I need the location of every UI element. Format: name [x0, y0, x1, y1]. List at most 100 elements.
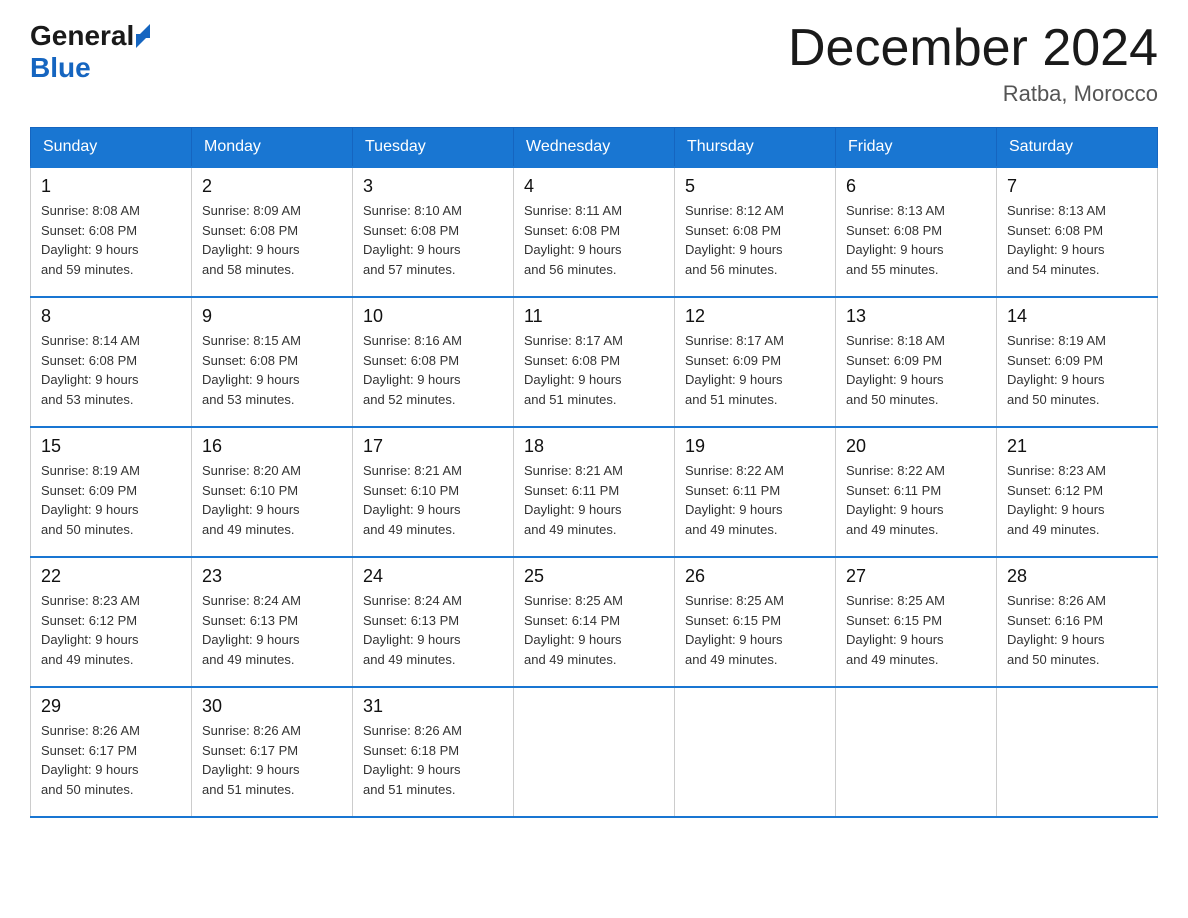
day-info: Sunrise: 8:12 AMSunset: 6:08 PMDaylight:…: [685, 201, 825, 279]
calendar-day-cell: 28 Sunrise: 8:26 AMSunset: 6:16 PMDayligh…: [997, 557, 1158, 687]
day-info: Sunrise: 8:21 AMSunset: 6:10 PMDaylight:…: [363, 461, 503, 539]
calendar-day-cell: 20 Sunrise: 8:22 AMSunset: 6:11 PMDayligh…: [836, 427, 997, 557]
day-number: 18: [524, 436, 664, 457]
day-number: 22: [41, 566, 181, 587]
calendar-day-cell: 9 Sunrise: 8:15 AMSunset: 6:08 PMDaylight…: [192, 297, 353, 427]
day-number: 15: [41, 436, 181, 457]
calendar-week-row: 29 Sunrise: 8:26 AMSunset: 6:17 PMDayligh…: [31, 687, 1158, 817]
day-number: 10: [363, 306, 503, 327]
day-info: Sunrise: 8:15 AMSunset: 6:08 PMDaylight:…: [202, 331, 342, 409]
day-info: Sunrise: 8:17 AMSunset: 6:08 PMDaylight:…: [524, 331, 664, 409]
calendar-day-cell: 25 Sunrise: 8:25 AMSunset: 6:14 PMDayligh…: [514, 557, 675, 687]
weekday-header: Wednesday: [514, 128, 675, 168]
day-info: Sunrise: 8:18 AMSunset: 6:09 PMDaylight:…: [846, 331, 986, 409]
day-info: Sunrise: 8:13 AMSunset: 6:08 PMDaylight:…: [846, 201, 986, 279]
title-block: December 2024 Ratba, Morocco: [788, 20, 1158, 107]
day-number: 4: [524, 176, 664, 197]
logo: General Blue: [30, 20, 150, 84]
day-number: 31: [363, 696, 503, 717]
calendar-day-cell: 12Sunrise: 8:17 AMSunset: 6:09 PMDayligh…: [675, 297, 836, 427]
calendar-day-cell: 30Sunrise: 8:26 AMSunset: 6:17 PMDayligh…: [192, 687, 353, 817]
calendar-day-cell: 19 Sunrise: 8:22 AMSunset: 6:11 PMDayligh…: [675, 427, 836, 557]
day-info: Sunrise: 8:21 AMSunset: 6:11 PMDaylight:…: [524, 461, 664, 539]
day-number: 20: [846, 436, 986, 457]
day-number: 30: [202, 696, 342, 717]
day-info: Sunrise: 8:23 AMSunset: 6:12 PMDaylight:…: [41, 591, 181, 669]
day-number: 2: [202, 176, 342, 197]
day-number: 26: [685, 566, 825, 587]
calendar-day-cell: 31 Sunrise: 8:26 AMSunset: 6:18 PMDayligh…: [353, 687, 514, 817]
calendar-day-cell: [514, 687, 675, 817]
calendar-day-cell: 27Sunrise: 8:25 AMSunset: 6:15 PMDayligh…: [836, 557, 997, 687]
calendar-week-row: 1 Sunrise: 8:08 AMSunset: 6:08 PMDaylight…: [31, 167, 1158, 297]
weekday-header: Thursday: [675, 128, 836, 168]
day-info: Sunrise: 8:16 AMSunset: 6:08 PMDaylight:…: [363, 331, 503, 409]
day-number: 16: [202, 436, 342, 457]
day-info: Sunrise: 8:25 AMSunset: 6:15 PMDaylight:…: [685, 591, 825, 669]
calendar-day-cell: 15 Sunrise: 8:19 AMSunset: 6:09 PMDayligh…: [31, 427, 192, 557]
calendar-day-cell: [836, 687, 997, 817]
day-number: 1: [41, 176, 181, 197]
calendar-day-cell: 14Sunrise: 8:19 AMSunset: 6:09 PMDayligh…: [997, 297, 1158, 427]
calendar-header-row: SundayMondayTuesdayWednesdayThursdayFrid…: [31, 128, 1158, 168]
calendar-day-cell: 2 Sunrise: 8:09 AMSunset: 6:08 PMDaylight…: [192, 167, 353, 297]
day-info: Sunrise: 8:13 AMSunset: 6:08 PMDaylight:…: [1007, 201, 1147, 279]
day-info: Sunrise: 8:26 AMSunset: 6:17 PMDaylight:…: [41, 721, 181, 799]
day-info: Sunrise: 8:19 AMSunset: 6:09 PMDaylight:…: [41, 461, 181, 539]
calendar-day-cell: 16 Sunrise: 8:20 AMSunset: 6:10 PMDayligh…: [192, 427, 353, 557]
calendar-day-cell: 26 Sunrise: 8:25 AMSunset: 6:15 PMDayligh…: [675, 557, 836, 687]
day-info: Sunrise: 8:26 AMSunset: 6:16 PMDaylight:…: [1007, 591, 1147, 669]
calendar-day-cell: 21 Sunrise: 8:23 AMSunset: 6:12 PMDayligh…: [997, 427, 1158, 557]
day-number: 3: [363, 176, 503, 197]
calendar-day-cell: 17 Sunrise: 8:21 AMSunset: 6:10 PMDayligh…: [353, 427, 514, 557]
day-info: Sunrise: 8:22 AMSunset: 6:11 PMDaylight:…: [846, 461, 986, 539]
day-number: 24: [363, 566, 503, 587]
day-number: 23: [202, 566, 342, 587]
day-number: 21: [1007, 436, 1147, 457]
day-number: 5: [685, 176, 825, 197]
calendar-day-cell: 13 Sunrise: 8:18 AMSunset: 6:09 PMDayligh…: [836, 297, 997, 427]
day-number: 25: [524, 566, 664, 587]
calendar-day-cell: 5 Sunrise: 8:12 AMSunset: 6:08 PMDaylight…: [675, 167, 836, 297]
day-info: Sunrise: 8:25 AMSunset: 6:14 PMDaylight:…: [524, 591, 664, 669]
calendar-day-cell: 22 Sunrise: 8:23 AMSunset: 6:12 PMDayligh…: [31, 557, 192, 687]
day-number: 12: [685, 306, 825, 327]
day-info: Sunrise: 8:08 AMSunset: 6:08 PMDaylight:…: [41, 201, 181, 279]
calendar-day-cell: [997, 687, 1158, 817]
calendar-day-cell: 29 Sunrise: 8:26 AMSunset: 6:17 PMDayligh…: [31, 687, 192, 817]
day-info: Sunrise: 8:20 AMSunset: 6:10 PMDaylight:…: [202, 461, 342, 539]
calendar-day-cell: 23 Sunrise: 8:24 AMSunset: 6:13 PMDayligh…: [192, 557, 353, 687]
calendar-table: SundayMondayTuesdayWednesdayThursdayFrid…: [30, 127, 1158, 818]
logo-general: General: [30, 20, 134, 52]
day-info: Sunrise: 8:25 AMSunset: 6:15 PMDaylight:…: [846, 591, 986, 669]
day-info: Sunrise: 8:26 AMSunset: 6:18 PMDaylight:…: [363, 721, 503, 799]
calendar-day-cell: 6Sunrise: 8:13 AMSunset: 6:08 PMDaylight…: [836, 167, 997, 297]
day-info: Sunrise: 8:23 AMSunset: 6:12 PMDaylight:…: [1007, 461, 1147, 539]
day-info: Sunrise: 8:22 AMSunset: 6:11 PMDaylight:…: [685, 461, 825, 539]
day-info: Sunrise: 8:24 AMSunset: 6:13 PMDaylight:…: [363, 591, 503, 669]
day-info: Sunrise: 8:24 AMSunset: 6:13 PMDaylight:…: [202, 591, 342, 669]
day-number: 17: [363, 436, 503, 457]
weekday-header: Monday: [192, 128, 353, 168]
calendar-day-cell: 7Sunrise: 8:13 AMSunset: 6:08 PMDaylight…: [997, 167, 1158, 297]
day-number: 9: [202, 306, 342, 327]
day-number: 28: [1007, 566, 1147, 587]
calendar-day-cell: 18 Sunrise: 8:21 AMSunset: 6:11 PMDayligh…: [514, 427, 675, 557]
calendar-day-cell: 10 Sunrise: 8:16 AMSunset: 6:08 PMDayligh…: [353, 297, 514, 427]
day-info: Sunrise: 8:09 AMSunset: 6:08 PMDaylight:…: [202, 201, 342, 279]
weekday-header: Saturday: [997, 128, 1158, 168]
calendar-day-cell: [675, 687, 836, 817]
day-number: 8: [41, 306, 181, 327]
day-info: Sunrise: 8:11 AMSunset: 6:08 PMDaylight:…: [524, 201, 664, 279]
calendar-day-cell: 8Sunrise: 8:14 AMSunset: 6:08 PMDaylight…: [31, 297, 192, 427]
weekday-header: Sunday: [31, 128, 192, 168]
calendar-day-cell: 24 Sunrise: 8:24 AMSunset: 6:13 PMDayligh…: [353, 557, 514, 687]
day-number: 29: [41, 696, 181, 717]
day-number: 19: [685, 436, 825, 457]
weekday-header: Tuesday: [353, 128, 514, 168]
calendar-week-row: 15 Sunrise: 8:19 AMSunset: 6:09 PMDayligh…: [31, 427, 1158, 557]
weekday-header: Friday: [836, 128, 997, 168]
day-number: 13: [846, 306, 986, 327]
location-title: Ratba, Morocco: [788, 81, 1158, 107]
day-info: Sunrise: 8:10 AMSunset: 6:08 PMDaylight:…: [363, 201, 503, 279]
